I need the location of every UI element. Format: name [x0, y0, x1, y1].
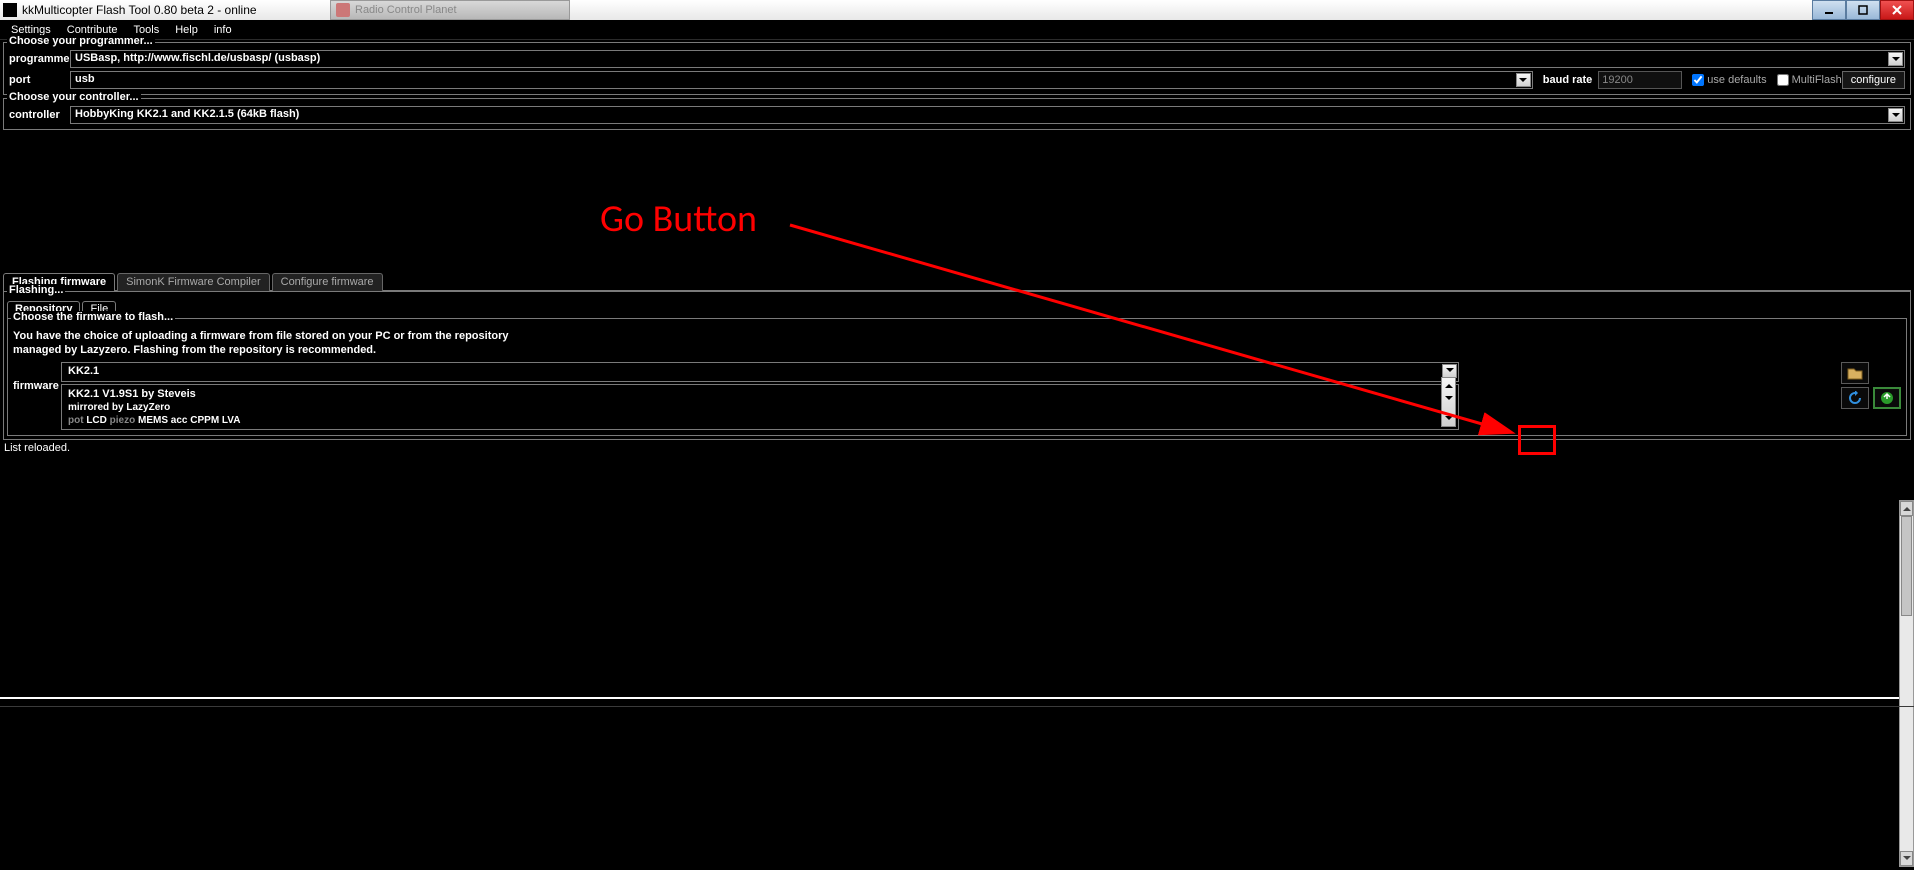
titlebar: kkMulticopter Flash Tool 0.80 beta 2 - o… — [0, 0, 1914, 20]
firmware-category-select[interactable]: KK2.1 — [61, 362, 1459, 382]
firmware-desc-2: managed by Lazyzero. Flashing from the r… — [13, 343, 1901, 357]
tag-rest: MEMS acc CPPM LVA — [138, 415, 240, 426]
source-tabs: Repository File — [7, 301, 1907, 318]
spacer — [0, 133, 1914, 273]
tab-favicon — [336, 3, 350, 17]
scroll-thumb[interactable] — [1901, 516, 1912, 616]
tag-piezo: piezo — [110, 415, 136, 426]
app-icon — [3, 3, 17, 17]
background-tab[interactable]: Radio Control Planet — [330, 0, 570, 20]
programmer-label: programmer — [9, 53, 70, 65]
port-value: usb — [75, 73, 95, 85]
use-defaults-checkbox[interactable]: use defaults — [1692, 74, 1766, 86]
flashing-legend: Flashing... — [7, 284, 65, 296]
configure-button[interactable]: configure — [1842, 71, 1905, 89]
scroll-down-icon[interactable] — [1900, 851, 1913, 866]
port-select[interactable]: usb — [70, 71, 1533, 89]
open-file-button[interactable] — [1841, 362, 1869, 384]
firmware-group: Choose the firmware to flash... You have… — [7, 318, 1907, 436]
firmware-desc-1: You have the choice of uploading a firmw… — [13, 329, 1901, 343]
tag-pot: pot — [68, 415, 84, 426]
multiflash-label: MultiFlash — [1792, 74, 1842, 86]
use-defaults-input[interactable] — [1692, 74, 1704, 86]
annotation-text: Go Button — [600, 196, 757, 242]
firmware-title: KK2.1 V1.9S1 by Steveis — [68, 388, 1452, 400]
main-tabs: Flashing firmware SimonK Firmware Compil… — [3, 273, 1911, 291]
minimize-button[interactable] — [1812, 0, 1846, 20]
programmer-legend: Choose your programmer... — [7, 35, 155, 47]
chevron-down-icon[interactable] — [1888, 108, 1903, 122]
programmer-value: USBasp, http://www.fischl.de/usbasp/ (us… — [75, 52, 320, 64]
divider — [0, 697, 1899, 699]
firmware-tags: pot LCD piezo MEMS acc CPPM LVA — [68, 415, 1452, 426]
tab-simonk-compiler[interactable]: SimonK Firmware Compiler — [117, 273, 269, 291]
go-button[interactable] — [1873, 387, 1901, 409]
multiflash-checkbox[interactable]: MultiFlash — [1777, 74, 1842, 86]
chevron-down-icon[interactable] — [1442, 364, 1457, 378]
maximize-button[interactable] — [1846, 0, 1880, 20]
menu-help[interactable]: Help — [167, 21, 206, 39]
baud-input[interactable] — [1598, 71, 1682, 89]
controller-select[interactable]: HobbyKing KK2.1 and KK2.1.5 (64kB flash) — [70, 106, 1905, 124]
multiflash-input[interactable] — [1777, 74, 1789, 86]
menubar: Settings Contribute Tools Help info — [0, 20, 1914, 40]
tab-configure-firmware[interactable]: Configure firmware — [272, 273, 383, 291]
programmer-group: Choose your programmer... programmer USB… — [3, 42, 1911, 95]
tab-title: Radio Control Planet — [355, 4, 457, 16]
firmware-action-buttons — [1837, 362, 1901, 409]
divider — [0, 706, 1914, 707]
scrollbar[interactable] — [1899, 500, 1914, 867]
controller-legend: Choose your controller... — [7, 91, 141, 103]
controller-label: controller — [9, 109, 70, 121]
firmware-label: firmware — [13, 362, 61, 392]
port-label: port — [9, 74, 70, 86]
firmware-version-select[interactable]: KK2.1 V1.9S1 by Steveis mirrored by Lazy… — [61, 384, 1459, 430]
flashing-panel: Flashing... Repository File Choose the f… — [3, 291, 1911, 440]
use-defaults-label: use defaults — [1707, 74, 1766, 86]
chevron-down-icon[interactable] — [1888, 52, 1903, 66]
tag-lcd: LCD — [86, 415, 107, 426]
close-button[interactable] — [1880, 0, 1914, 20]
firmware-mirror: mirrored by LazyZero — [68, 402, 1452, 413]
window-controls — [1812, 0, 1914, 20]
chevron-down-icon[interactable] — [1441, 377, 1456, 427]
window-title: kkMulticopter Flash Tool 0.80 beta 2 - o… — [22, 3, 257, 17]
controller-value: HobbyKing KK2.1 and KK2.1.5 (64kB flash) — [75, 108, 299, 120]
firmware-category-value: KK2.1 — [68, 365, 99, 377]
programmer-select[interactable]: USBasp, http://www.fischl.de/usbasp/ (us… — [70, 50, 1905, 68]
scroll-up-icon[interactable] — [1900, 501, 1913, 516]
menu-info[interactable]: info — [206, 21, 240, 39]
firmware-legend: Choose the firmware to flash... — [11, 311, 175, 323]
reload-button[interactable] — [1841, 387, 1869, 409]
baud-label: baud rate — [1543, 74, 1593, 86]
status-text: List reloaded. — [0, 440, 1914, 456]
controller-group: Choose your controller... controller Hob… — [3, 98, 1911, 130]
chevron-down-icon[interactable] — [1516, 73, 1531, 87]
